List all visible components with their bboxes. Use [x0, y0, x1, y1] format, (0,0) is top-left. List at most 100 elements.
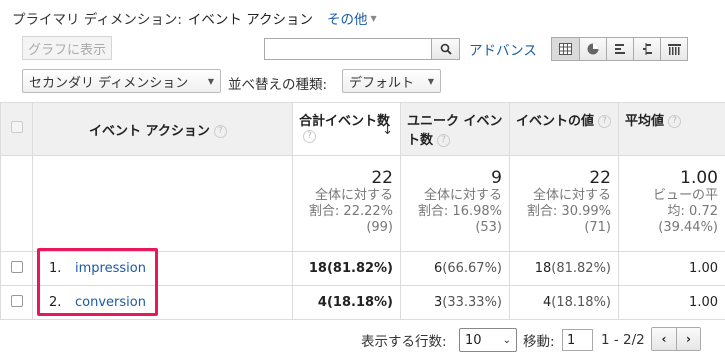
total-note: 割合: 16.98%: [417, 204, 502, 219]
row-name-cell: 1. impression: [32, 251, 293, 286]
column-label: イベント アクション: [89, 123, 210, 139]
primary-dimension-bar: プライマリ ディメンション: イベント アクション その他 ▼: [12, 8, 377, 28]
advanced-filter-link[interactable]: アドバンス: [469, 39, 537, 59]
total-note: 割合: 30.99%: [526, 204, 611, 219]
row-unique-events: 3(33.33%): [400, 285, 510, 320]
rows-per-page-value: 10: [465, 332, 482, 348]
totals-unique-events: 9 全体に対する 割合: 16.98% (53): [400, 155, 510, 252]
goto-label: 移動:: [523, 334, 555, 350]
total-note: 均: 0.72: [667, 204, 718, 219]
goto-page-input[interactable]: 1: [562, 329, 593, 351]
report-table: イベント アクション? 合計イベント数? ↓ ユニーク イベント数? イベントの値…: [0, 102, 725, 320]
total-note: (53): [475, 220, 502, 235]
row-index: 2.: [49, 295, 62, 310]
column-header-avg-value[interactable]: 平均値?: [618, 102, 725, 156]
totals-label-cell: [32, 155, 293, 252]
plot-rows-button[interactable]: グラフに表示: [22, 36, 112, 60]
pie-view-button[interactable]: [579, 38, 606, 60]
pie-view-icon: [587, 43, 599, 55]
row-event-value: 4(18.18%): [509, 285, 619, 320]
row-value: 4: [317, 295, 327, 310]
table-row: 1. impression 18(81.82%) 6(66.67%) 18(81.…: [0, 251, 725, 286]
row-checkbox-cell: [0, 251, 33, 286]
row-percent: (18.18%): [326, 295, 393, 310]
other-dimension-label[interactable]: その他: [327, 8, 368, 28]
row-value: 18: [534, 261, 552, 276]
chevron-down-icon: ⌄: [502, 334, 511, 346]
total-note: (39.44%): [658, 220, 718, 235]
performance-view-icon: [615, 44, 625, 54]
sort-type-value: デフォルト: [349, 75, 415, 91]
row-avg-value: 1.00: [618, 251, 725, 286]
chevron-down-icon: ▼: [207, 76, 214, 86]
total-note: 全体に対する: [314, 188, 393, 203]
primary-dimension-label: プライマリ ディメンション:: [12, 12, 182, 28]
sort-type-select[interactable]: デフォルト ▼: [342, 69, 441, 93]
help-icon[interactable]: ?: [668, 115, 682, 128]
total-value: 9: [491, 168, 502, 188]
row-avg-value: 1.00: [618, 285, 725, 320]
help-icon[interactable]: ?: [437, 134, 451, 147]
pivot-view-icon: [667, 44, 681, 55]
table-row: 2. conversion 4(18.18%) 3(33.33%) 4(18.18…: [0, 285, 725, 320]
totals-empty-cell: [0, 155, 33, 252]
prev-page-button[interactable]: ‹: [652, 328, 676, 350]
row-unique-events: 6(66.67%): [400, 251, 510, 286]
other-dimension-link[interactable]: その他 ▼: [327, 8, 377, 28]
column-label: イベントの値: [516, 114, 595, 129]
secondary-dimension-select[interactable]: セカンダリ ディメンション ▼: [22, 69, 221, 93]
total-note: (99): [366, 220, 393, 235]
totals-avg-value: 1.00 ビューの平 均: 0.72 (39.44%): [618, 155, 725, 252]
select-all-checkbox[interactable]: [10, 121, 23, 133]
help-icon[interactable]: ?: [303, 130, 316, 143]
help-icon[interactable]: ?: [598, 115, 612, 128]
chevron-down-icon: ▼: [370, 13, 377, 23]
search-button[interactable]: [432, 38, 460, 60]
total-value: 1.00: [680, 168, 718, 188]
totals-event-value: 22 全体に対する 割合: 30.99% (71): [509, 155, 619, 252]
next-page-button[interactable]: ›: [676, 328, 700, 350]
total-value: 22: [589, 168, 611, 188]
table-view-button[interactable]: [552, 38, 579, 60]
total-note: 割合: 22.22%: [308, 204, 393, 219]
page-nav: ‹ ›: [651, 327, 701, 351]
total-note: (71): [584, 220, 611, 235]
row-checkbox[interactable]: [10, 260, 23, 273]
table-filter-input[interactable]: [264, 38, 432, 60]
help-icon[interactable]: ?: [213, 124, 227, 138]
secondary-dimension-label: セカンダリ ディメンション: [29, 75, 189, 91]
rows-per-page-label: 表示する行数:: [361, 334, 447, 350]
total-value: 22: [371, 168, 393, 188]
search-icon: [440, 43, 452, 55]
primary-dimension-value[interactable]: イベント アクション: [188, 8, 313, 28]
chevron-left-icon: ‹: [661, 332, 667, 346]
row-percent: (33.33%): [442, 295, 502, 310]
row-value: 18: [308, 261, 327, 276]
table-view-icon: [559, 43, 572, 55]
row-name-cell: 2. conversion: [32, 285, 293, 320]
pivot-view-button[interactable]: [660, 38, 687, 60]
sort-type-label: 並べ替えの種類:: [228, 77, 328, 93]
column-label: 平均値: [625, 114, 665, 129]
row-index: 1.: [49, 261, 62, 276]
row-name-link[interactable]: impression: [75, 261, 146, 276]
row-checkbox[interactable]: [10, 294, 23, 307]
totals-row: 22 全体に対する 割合: 22.22% (99) 9 全体に対する 割合: 1…: [0, 155, 725, 252]
row-name-link[interactable]: conversion: [75, 295, 146, 310]
select-all-cell: [0, 102, 33, 156]
total-note: ビューの平: [652, 188, 718, 203]
total-note: 全体に対する: [532, 188, 611, 203]
column-label: ユニーク イベント数: [407, 114, 503, 148]
column-header-event-value[interactable]: イベントの値?: [509, 102, 619, 156]
chevron-right-icon: ›: [686, 332, 691, 346]
performance-view-button[interactable]: [606, 38, 633, 60]
comparison-view-icon: [643, 43, 652, 55]
column-header-unique-events[interactable]: ユニーク イベント数?: [400, 102, 510, 156]
column-header-event-action[interactable]: イベント アクション?: [32, 102, 293, 156]
rows-per-page-select[interactable]: 10 ⌄: [459, 328, 517, 352]
row-percent: (81.82%): [551, 261, 611, 276]
comparison-view-button[interactable]: [633, 38, 660, 60]
row-total-events: 4(18.18%): [292, 285, 401, 320]
sort-descending-icon: ↓: [382, 123, 393, 138]
column-header-total-events[interactable]: 合計イベント数? ↓: [292, 102, 401, 156]
